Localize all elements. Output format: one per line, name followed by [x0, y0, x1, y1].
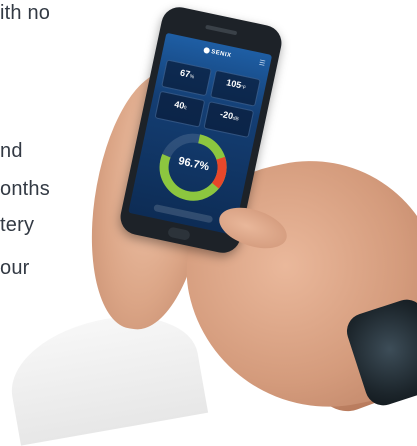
metric-unit: °F: [240, 84, 247, 92]
copy-line-4: tery: [0, 214, 35, 236]
phone-speaker: [205, 24, 238, 36]
metric-tile[interactable]: -20dB: [203, 101, 255, 139]
copy-line-5: our: [0, 257, 30, 279]
level-gauge[interactable]: 96.7%: [150, 124, 235, 209]
hamburger-icon[interactable]: ☰: [258, 59, 266, 68]
brand-name: SENIX: [210, 49, 232, 60]
sleeve: [1, 304, 209, 446]
metric-unit: ft: [183, 105, 188, 112]
metric-tile[interactable]: 105°F: [210, 69, 261, 107]
bottom-button[interactable]: [153, 203, 214, 224]
metric-tile[interactable]: 40ft: [154, 90, 206, 128]
home-button[interactable]: [167, 226, 191, 241]
metric-tile[interactable]: 67%: [161, 59, 212, 97]
copy-line-3: onths: [0, 178, 50, 200]
copy-line-1: ith no: [0, 2, 51, 24]
metric-unit: %: [189, 73, 195, 81]
metric-unit: dB: [231, 115, 240, 123]
copy-line-2: nd: [0, 140, 23, 162]
brand-logo-icon: [202, 46, 210, 54]
